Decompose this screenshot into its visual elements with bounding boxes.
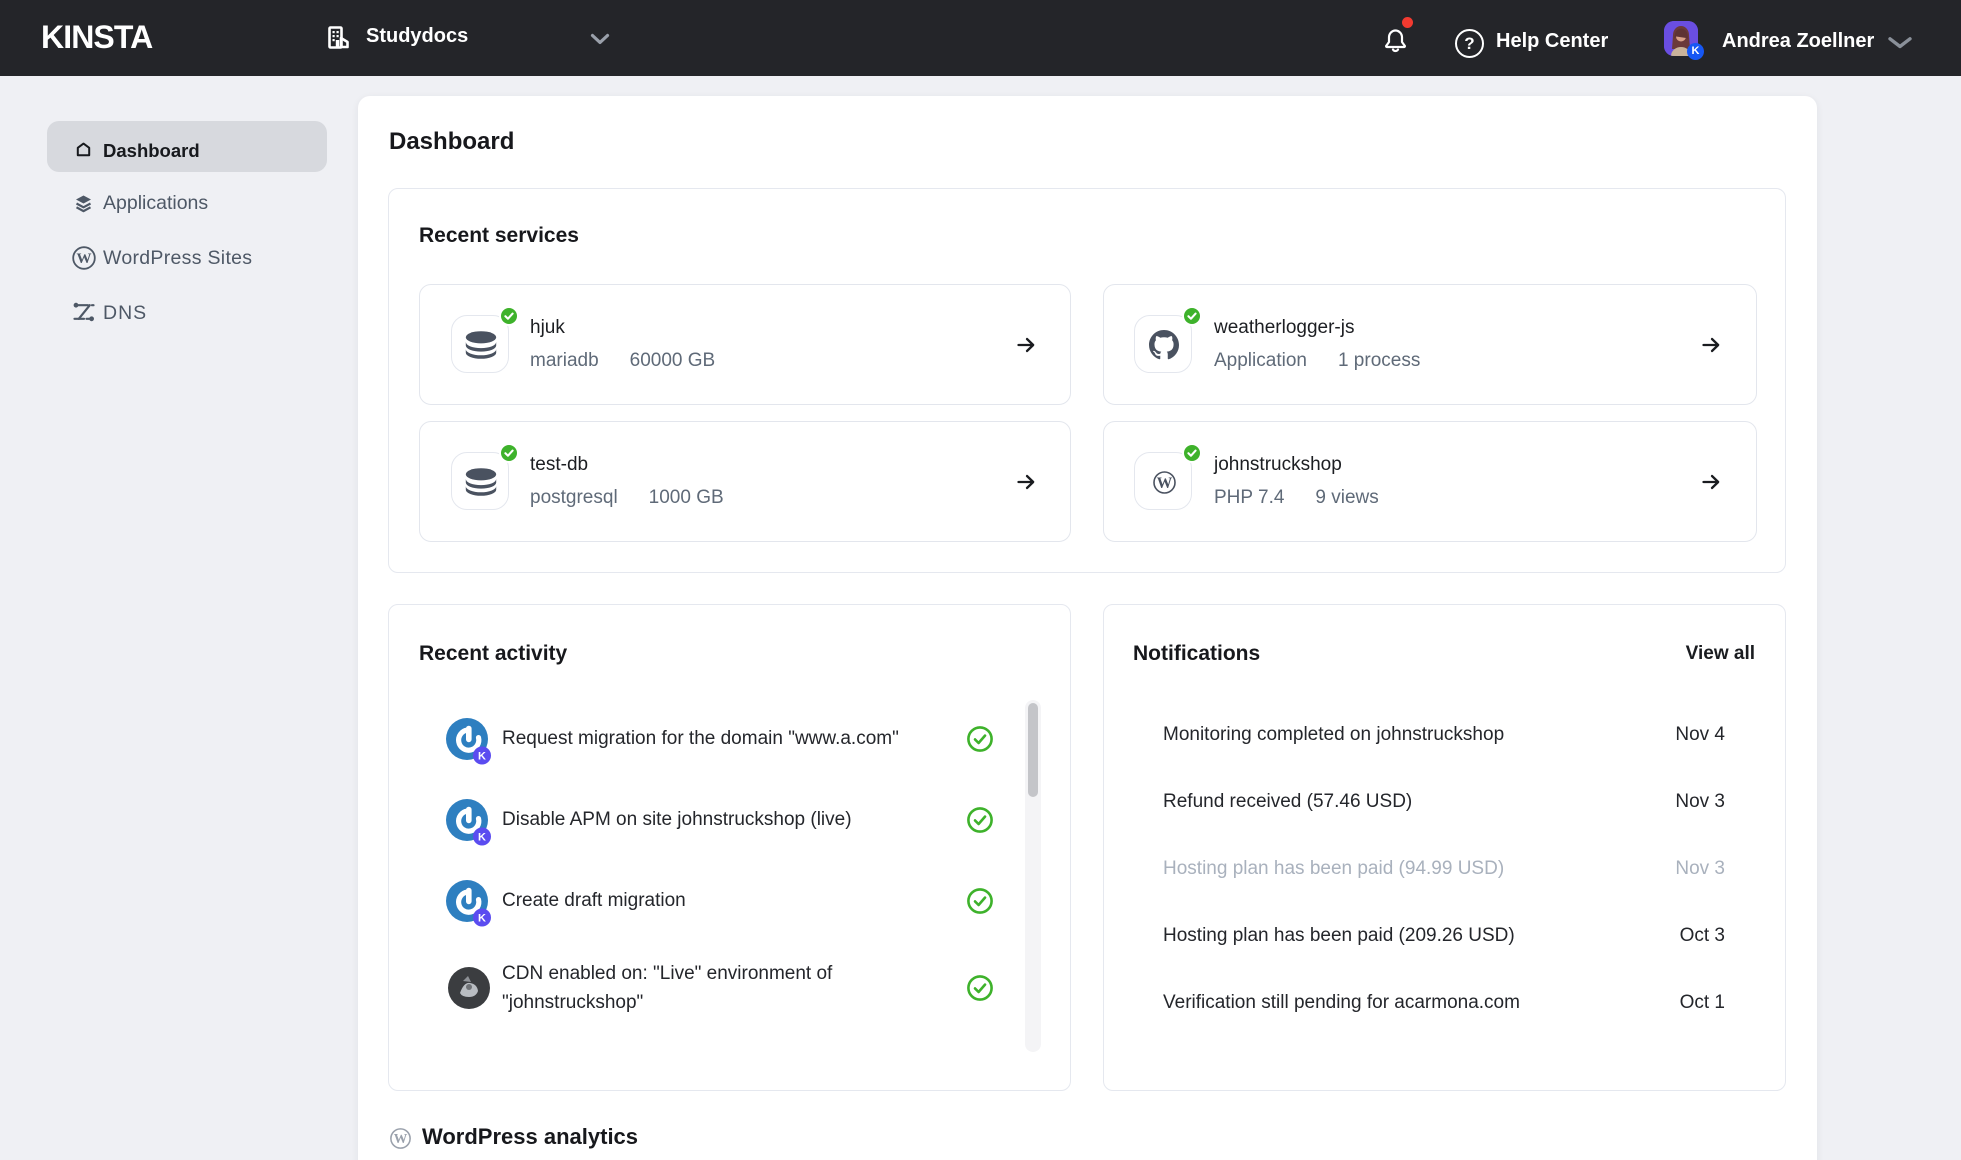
- svg-text:W: W: [394, 1131, 408, 1146]
- svg-text:W: W: [77, 251, 92, 267]
- svg-text:K: K: [478, 832, 486, 844]
- svg-text:K: K: [478, 913, 486, 925]
- svg-text:K: K: [478, 751, 486, 763]
- svg-text:W: W: [1156, 475, 1172, 492]
